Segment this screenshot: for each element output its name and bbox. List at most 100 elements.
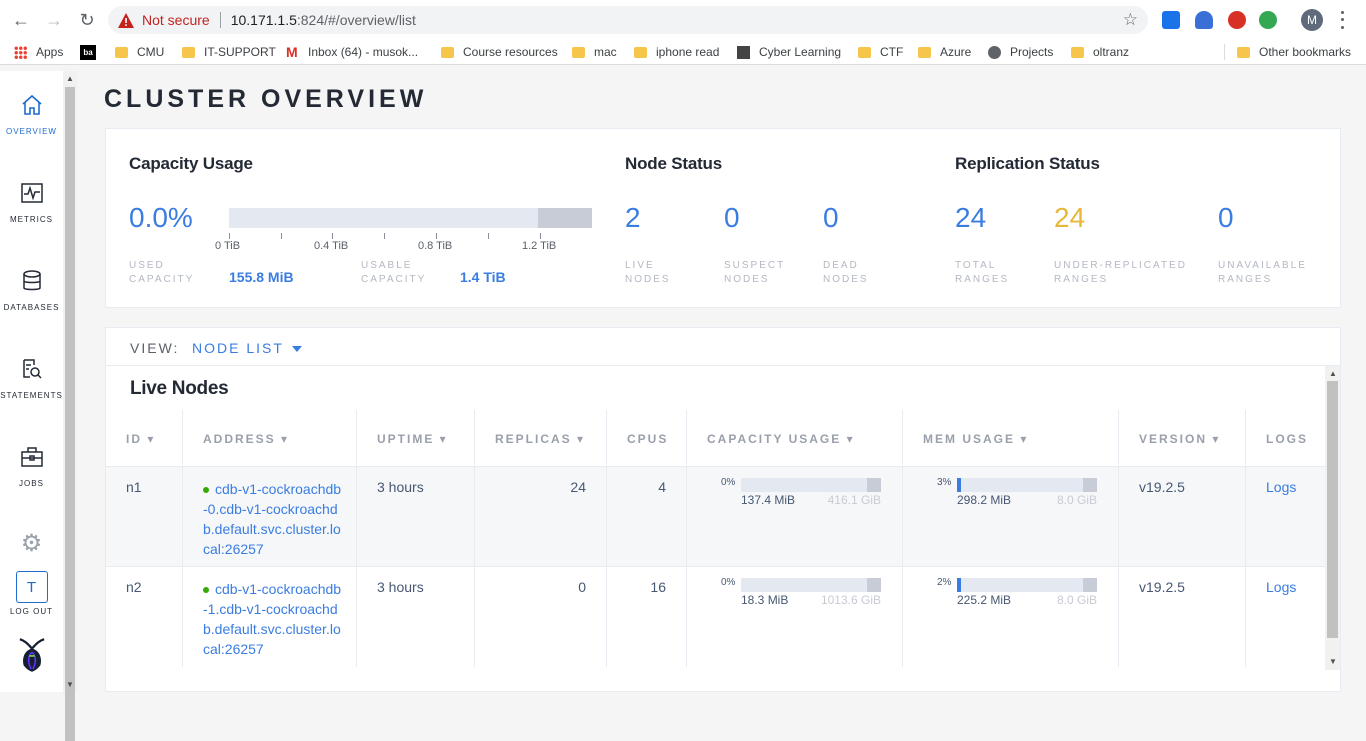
folder-icon bbox=[634, 46, 647, 58]
usable-capacity-label: USABLE CAPACITY bbox=[361, 259, 426, 287]
bookmark-label: Course resources bbox=[463, 45, 558, 59]
mem-percent-label: 3% bbox=[937, 477, 952, 488]
bookmark-apps[interactable]: Apps bbox=[14, 43, 63, 61]
app-sidebar: OVERVIEW METRICS DATABASES STATEMENTS JO… bbox=[0, 71, 63, 692]
table-scrollbar[interactable]: ▲ ▼ bbox=[1325, 366, 1340, 670]
mem-usage-bar bbox=[957, 478, 1097, 492]
label-line: DEAD bbox=[823, 260, 859, 271]
node-uptime: 3 hours bbox=[357, 567, 475, 667]
forward-icon[interactable]: → bbox=[42, 8, 66, 32]
logs-link[interactable]: Logs bbox=[1266, 479, 1296, 495]
bookmark-azure[interactable]: Azure bbox=[918, 43, 971, 61]
mem-usage-fill bbox=[957, 478, 961, 492]
bookmark-label: IT-SUPPORT bbox=[204, 45, 276, 59]
unavailable-ranges-count: 0 bbox=[1218, 202, 1234, 233]
column-header-id[interactable]: ID ▾ bbox=[106, 410, 183, 466]
column-header-capacity-usage[interactable]: CAPACITY USAGE ▾ bbox=[687, 410, 903, 466]
sidebar-item-metrics[interactable]: METRICS bbox=[0, 179, 63, 249]
bookmark-course-resources[interactable]: Course resources bbox=[441, 43, 558, 61]
bookmark-mac[interactable]: mac bbox=[572, 43, 617, 61]
live-status-dot-icon bbox=[203, 487, 209, 494]
mem-usage-fill bbox=[957, 578, 961, 592]
scroll-up-arrow-icon[interactable]: ▲ bbox=[1329, 369, 1337, 378]
database-icon bbox=[18, 267, 46, 295]
sidebar-item-databases[interactable]: DATABASES bbox=[0, 267, 63, 337]
under-replicated-label: UNDER-REPLICATED RANGES bbox=[1054, 259, 1187, 287]
bookmark-other[interactable]: Other bookmarks bbox=[1237, 43, 1351, 61]
extension-stop-icon[interactable] bbox=[1228, 11, 1246, 29]
sidebar-item-overview[interactable]: OVERVIEW bbox=[0, 91, 63, 161]
extension-cap-icon[interactable] bbox=[1195, 11, 1213, 29]
node-address-link[interactable]: cdb-v1-cockroachdb-0.cdb-v1-cockroachdb.… bbox=[203, 479, 343, 559]
scroll-down-arrow-icon[interactable]: ▼ bbox=[1329, 657, 1337, 666]
browser-menu-icon[interactable] bbox=[1338, 9, 1346, 31]
folder-icon bbox=[572, 46, 585, 58]
bookmark-ba[interactable]: ba bbox=[80, 43, 105, 61]
sidebar-item-statements[interactable]: STATEMENTS bbox=[0, 355, 63, 425]
column-header-replicas[interactable]: REPLICAS ▾ bbox=[475, 410, 607, 466]
extension-globe-icon[interactable] bbox=[1259, 11, 1277, 29]
logs-link[interactable]: Logs bbox=[1266, 579, 1296, 595]
address-bar[interactable]: Not secure 10.171.1.5:824/#/overview/lis… bbox=[108, 6, 1148, 34]
scrollbar-thumb[interactable] bbox=[65, 87, 75, 741]
back-icon[interactable]: ← bbox=[9, 8, 33, 32]
bookmark-label: Projects bbox=[1010, 45, 1054, 59]
bookmark-inbox[interactable]: M Inbox (64) - musok... bbox=[286, 43, 418, 61]
capacity-total-value: 416.1 GiB bbox=[827, 493, 881, 507]
column-header-address[interactable]: ADDRESS ▾ bbox=[183, 410, 357, 466]
bookmark-star-icon[interactable]: ☆ bbox=[1123, 10, 1138, 30]
folder-icon bbox=[1237, 46, 1250, 58]
capacity-tick bbox=[436, 233, 437, 239]
node-address-link[interactable]: cdb-v1-cockroachdb-1.cdb-v1-cockroachdb.… bbox=[203, 579, 343, 659]
sidebar-item-jobs[interactable]: JOBS bbox=[0, 443, 63, 513]
node-version: v19.2.5 bbox=[1119, 467, 1246, 567]
scrollbar-thumb[interactable] bbox=[1327, 381, 1338, 638]
scroll-up-arrow-icon[interactable]: ▲ bbox=[66, 74, 74, 83]
bookmark-iphone-read[interactable]: iphone read bbox=[634, 43, 719, 61]
column-header-cpus[interactable]: CPUS bbox=[607, 410, 687, 466]
not-secure-label[interactable]: Not secure bbox=[142, 12, 210, 28]
profile-avatar[interactable]: M bbox=[1301, 9, 1323, 31]
ba-icon: ba bbox=[80, 44, 96, 60]
capacity-tick-label: 0 TiB bbox=[215, 240, 241, 252]
bookmark-cmu[interactable]: CMU bbox=[115, 43, 164, 61]
url-host: 10.171.1.5 bbox=[230, 12, 297, 28]
bookmark-label: CMU bbox=[137, 45, 165, 59]
scroll-down-arrow-icon[interactable]: ▼ bbox=[66, 680, 74, 689]
extension-blue-icon[interactable] bbox=[1162, 11, 1180, 29]
settings-button[interactable]: ⚙ bbox=[0, 529, 63, 559]
caret-down-icon[interactable] bbox=[292, 346, 302, 352]
capacity-usage-bar bbox=[741, 478, 881, 492]
bookmark-oltranz[interactable]: oltranz bbox=[1071, 43, 1129, 61]
folder-icon bbox=[182, 46, 195, 58]
sidebar-scrollbar[interactable]: ▲ ▼ bbox=[63, 71, 77, 741]
bookmark-it-support[interactable]: IT-SUPPORT bbox=[182, 43, 276, 61]
capacity-tick bbox=[384, 233, 385, 239]
used-capacity-value: 155.8 MiB bbox=[229, 269, 294, 285]
view-dropdown[interactable]: NODE LIST bbox=[192, 340, 284, 356]
bookmark-projects[interactable]: Projects bbox=[988, 43, 1053, 61]
column-header-uptime[interactable]: UPTIME ▾ bbox=[357, 410, 475, 466]
label-line: RANGES bbox=[1054, 274, 1109, 285]
view-selector-bar: VIEW: NODE LIST bbox=[106, 328, 1342, 366]
node-address: cdb-v1-cockroachdb-0.cdb-v1-cockroachdb.… bbox=[203, 481, 342, 557]
bookmark-ctf[interactable]: CTF bbox=[858, 43, 903, 61]
bookmark-cyber-learning[interactable]: Cyber Learning bbox=[737, 43, 841, 61]
node-cpus: 4 bbox=[607, 467, 687, 567]
address-cell: cdb-v1-cockroachdb-0.cdb-v1-cockroachdb.… bbox=[183, 467, 357, 567]
live-status-dot-icon bbox=[203, 587, 209, 594]
column-header-mem-usage[interactable]: MEM USAGE ▾ bbox=[903, 410, 1119, 466]
column-header-version[interactable]: VERSION ▾ bbox=[1119, 410, 1246, 466]
reload-icon[interactable]: ↻ bbox=[75, 8, 99, 32]
main-content: CLUSTER OVERVIEW Capacity Usage 0.0% 0 T… bbox=[77, 71, 1366, 692]
capacity-tick bbox=[281, 233, 282, 239]
mem-usage-meter: 3% 298.2 MiB 8.0 GiB bbox=[937, 477, 1097, 517]
capacity-tick bbox=[488, 233, 489, 239]
cockroach-logo[interactable] bbox=[0, 638, 63, 685]
dead-nodes-count: 0 bbox=[823, 202, 839, 233]
home-icon bbox=[18, 91, 46, 119]
bookmark-label: Cyber Learning bbox=[759, 45, 842, 59]
sidebar-item-label: OVERVIEW bbox=[6, 127, 57, 136]
sidebar-item-logout[interactable]: T LOG OUT bbox=[0, 571, 63, 641]
capacity-percent-label: 0% bbox=[721, 577, 736, 588]
